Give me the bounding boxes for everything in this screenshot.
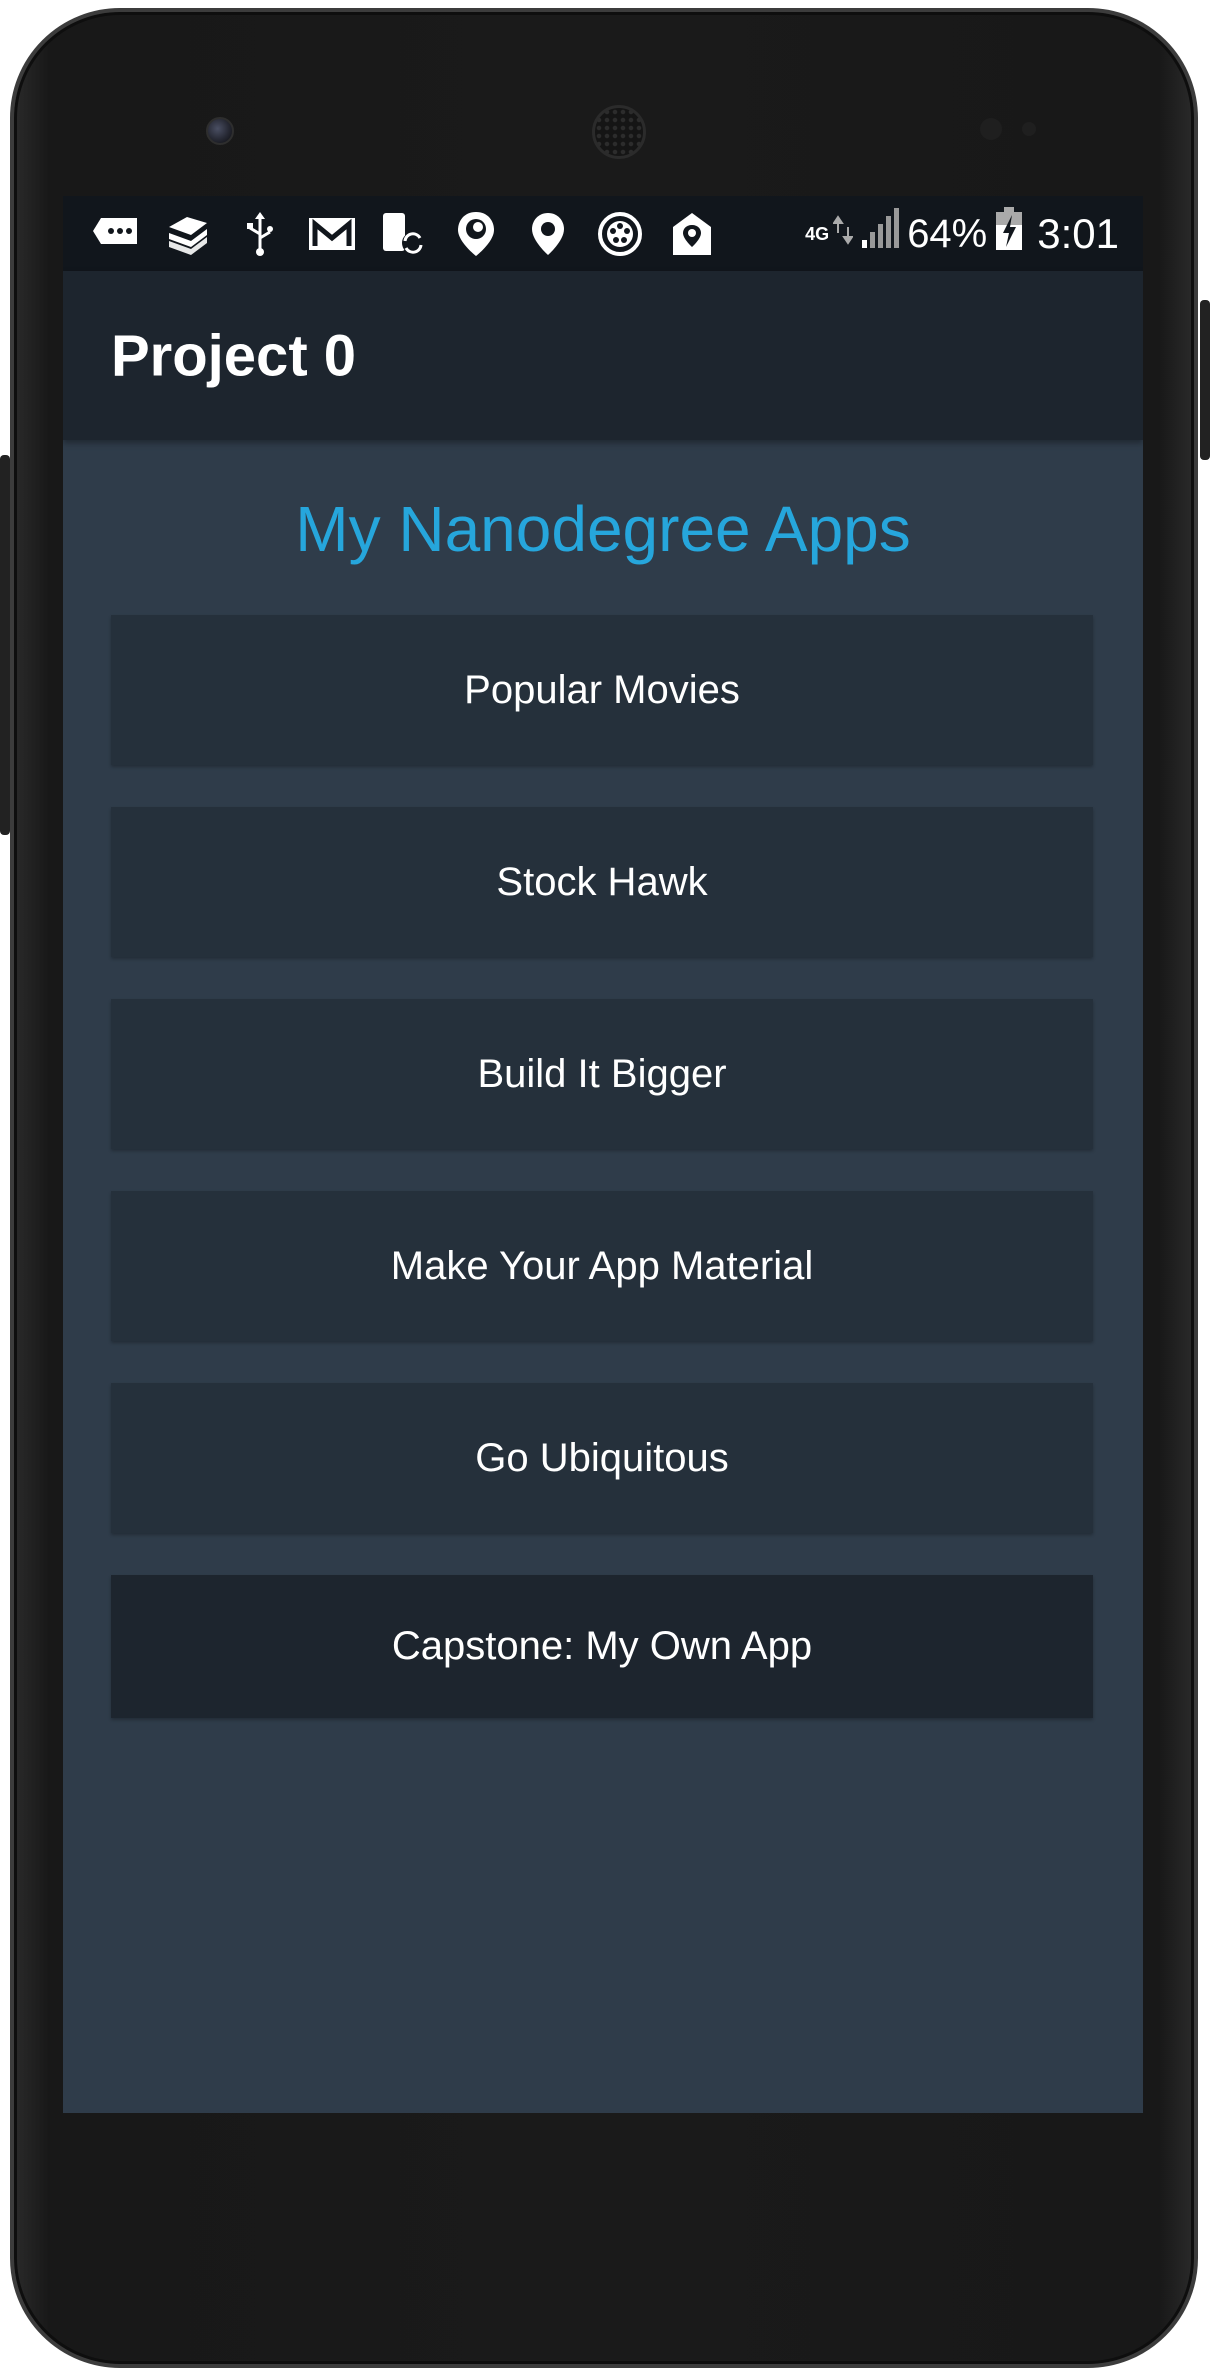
battery-percent: 64% [907, 211, 988, 256]
light-sensor [1022, 122, 1036, 136]
front-camera [206, 117, 234, 145]
status-bar: 4G 64% 3:01 [63, 196, 1143, 271]
periscope-icon [451, 210, 501, 258]
proximity-sensor [980, 118, 1002, 140]
signal-strength-icon [861, 208, 900, 260]
volume-button [0, 455, 10, 835]
notes-icon [163, 210, 213, 258]
home-location-icon [667, 210, 717, 258]
app-title: Project 0 [111, 323, 356, 388]
gmail-icon [307, 210, 357, 258]
stock-hawk-button[interactable]: Stock Hawk [111, 807, 1093, 957]
make-your-app-material-button[interactable]: Make Your App Material [111, 1191, 1093, 1341]
data-arrows-icon [832, 212, 855, 257]
build-it-bigger-button[interactable]: Build It Bigger [111, 999, 1093, 1149]
capstone-button[interactable]: Capstone: My Own App [111, 1575, 1093, 1718]
main-content: My Nanodegree Apps Popular Movies Stock … [63, 440, 1143, 2113]
network-type-label: 4G [805, 224, 830, 244]
page-heading: My Nanodegree Apps [295, 493, 911, 565]
usb-icon [235, 210, 285, 258]
message-icon [91, 210, 141, 258]
app-bar: Project 0 [63, 271, 1143, 440]
go-ubiquitous-button[interactable]: Go Ubiquitous [111, 1383, 1093, 1533]
location-pin-icon [523, 210, 573, 258]
system-status: 4G 64% 3:01 [805, 206, 1119, 262]
battery-charging-icon [995, 207, 1023, 261]
notification-icons [91, 210, 717, 258]
phone-sync-icon [379, 210, 429, 258]
screen: 4G 64% 3:01 Project 0 My Nanodegree Apps… [63, 196, 1143, 2113]
app-button-list: Popular Movies Stock Hawk Build It Bigge… [111, 615, 1093, 1760]
power-button [1200, 300, 1210, 460]
clock: 3:01 [1037, 210, 1119, 257]
film-reel-icon [595, 210, 645, 258]
earpiece-speaker [592, 105, 646, 159]
popular-movies-button[interactable]: Popular Movies [111, 615, 1093, 765]
